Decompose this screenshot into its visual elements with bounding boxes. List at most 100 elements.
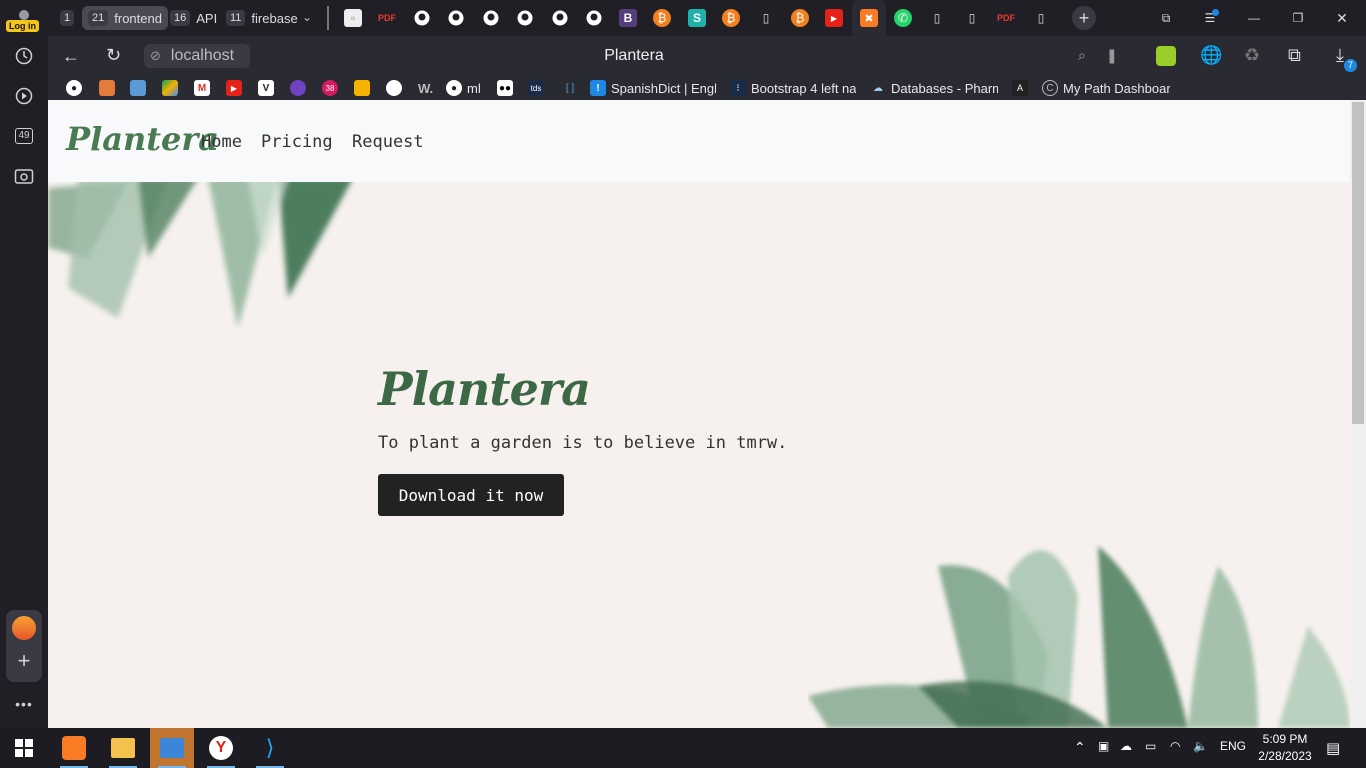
taskbar-yandex[interactable]: Y [199,728,243,768]
tab-app-icon[interactable]: ₿ [791,9,809,27]
tab-s-icon[interactable]: S [688,9,706,27]
tray-clock[interactable]: 5:09 PM 2/28/2023 [1252,731,1318,765]
bootstrap-icon: ⁝ [730,80,746,96]
tab-github-icon[interactable] [482,9,500,27]
workspace-tab-frontend[interactable]: 21 frontend [82,6,168,30]
tray-language[interactable]: ENG [1220,739,1246,753]
bookmark-icon[interactable]: ❚ [1106,47,1118,64]
workspace-number: 1 [60,10,75,26]
bookmark-drive[interactable] [162,79,183,97]
bookmark-v[interactable]: V [258,79,279,97]
photos-icon [160,738,184,758]
tab-document-icon[interactable]: ▯ [928,9,946,27]
nav-link-request[interactable]: Request [352,132,424,152]
chevron-down-icon[interactable]: ⌄ [298,8,316,26]
bookmark-gmail[interactable]: M [194,79,215,97]
tab-github-icon[interactable] [447,9,465,27]
leaves-top-image [48,178,353,328]
workspace-tab-firebase[interactable]: 11 firebase [220,6,304,30]
tab-github-icon[interactable] [413,9,431,27]
close-icon[interactable]: ✕ [1333,9,1351,27]
tab-search-icon[interactable]: ⧉ [1157,9,1175,27]
bookmark-badge[interactable]: 38 [322,79,343,97]
tab-document-icon[interactable]: ▯ [963,9,981,27]
scrollbar-thumb[interactable] [1352,102,1364,424]
bookmark-youtube[interactable]: ▶ [226,79,247,97]
tab-bootstrap-icon[interactable]: B [619,9,637,27]
workspace-tab-api[interactable]: 16 API [164,6,223,30]
zoom-icon[interactable]: ⌕ [1078,47,1086,64]
bookmark-dots[interactable] [99,79,120,97]
app-icon[interactable] [12,616,36,640]
nav-link-home[interactable]: Home [201,132,242,152]
taskbar-photos[interactable] [150,728,194,768]
tab-github-icon[interactable] [516,9,534,27]
minimize-icon[interactable]: — [1245,9,1263,27]
workspace-label: frontend [114,10,162,26]
bookmark-github[interactable]: ● [66,79,87,97]
tab-pdf-icon[interactable]: PDF [997,9,1015,27]
bookmark-databases[interactable]: ☁ Databases - Pharm [870,79,998,97]
avatar-icon [386,80,402,96]
tab-whatsapp-icon[interactable]: ✆ [894,9,912,27]
tab-pdf-icon[interactable]: PDF [378,9,396,27]
more-icon[interactable]: ••• [10,690,38,718]
bookmark-chart[interactable] [354,79,375,97]
extension-icon[interactable] [1156,46,1176,66]
player-icon[interactable] [10,82,38,110]
tray-volume-icon[interactable]: 🔈 [1193,739,1208,753]
page-scrollbar[interactable] [1350,100,1366,728]
bookmark-spanishdict[interactable]: ! SpanishDict | Engli [590,79,716,97]
tab-page-icon[interactable]: ▫ [344,9,362,27]
angular-icon: A [1012,80,1028,96]
bookmark-angular[interactable]: A [1012,79,1033,97]
wallet-icon[interactable]: ⧉ [1288,45,1301,66]
bookmark-ml[interactable]: ● ml [446,79,481,97]
tab-document-icon[interactable]: ▯ [1032,9,1050,27]
tray-cloud-icon[interactable]: ☁ [1120,739,1132,753]
bookmark-colors[interactable] [130,79,151,97]
bookmark-medium[interactable]: ●● [497,79,518,97]
tab-count-icon[interactable]: 49 [10,122,38,150]
nav-link-pricing[interactable]: Pricing [261,132,333,152]
download-icon[interactable]: ⤓ [1336,45,1344,66]
youtube-icon: ▶ [226,80,242,96]
page-title: Plantera [604,47,664,64]
bookmark-w[interactable]: W. [418,79,433,97]
restore-icon[interactable]: ❐ [1289,9,1307,27]
site-brand-logo[interactable]: Plantera [66,120,219,158]
add-app-icon[interactable]: + [12,650,36,674]
taskbar-vscode[interactable]: ⟩ [248,728,292,768]
tab-youtube-icon[interactable]: ▶ [825,9,843,27]
recycle-icon[interactable]: ♻ [1244,45,1260,66]
screenshot-icon[interactable] [10,162,38,190]
bookmark-brackets[interactable]: [ ] [562,79,583,97]
history-icon[interactable] [10,42,38,70]
tab-github-icon[interactable] [551,9,569,27]
tab-app-icon[interactable]: ₿ [653,9,671,27]
bookmark-avatar[interactable] [386,79,407,97]
login-badge[interactable]: Log in [6,20,39,32]
tray-battery-icon[interactable]: ▭ [1145,739,1156,753]
tab-app-icon[interactable]: ₿ [722,9,740,27]
xampp-icon [62,736,86,760]
bookmark-bootstrap[interactable]: ⁝ Bootstrap 4 left na [730,79,856,97]
tab-document-icon[interactable]: ▯ [757,9,775,27]
new-tab-button[interactable]: + [1072,6,1096,30]
tray-chevron-up-icon[interactable]: ⌃ [1074,739,1086,756]
bookmark-circle[interactable] [290,79,311,97]
tray-wifi-icon[interactable]: ◠ [1170,739,1180,753]
tray-camera-icon[interactable]: ▣ [1098,739,1109,753]
bookmark-mypath[interactable]: C My Path Dashboar [1042,79,1170,97]
taskbar-xampp[interactable] [52,728,96,768]
colors-icon [130,80,146,96]
notification-center-icon[interactable]: ▤ [1326,739,1340,757]
bookmark-tds[interactable]: tds [528,79,549,97]
bookmarks-bar: ● M ▶ V 38 W. ● ml ●● tds [ ] ! SpanishDic… [48,76,1366,100]
vpn-globe-icon[interactable]: 🌐 [1200,45,1222,66]
active-tab[interactable]: ✖ [852,0,886,36]
tab-github-icon[interactable] [585,9,603,27]
download-button[interactable]: Download it now [378,474,564,516]
start-button[interactable] [2,728,46,768]
taskbar-file-explorer[interactable] [101,728,145,768]
